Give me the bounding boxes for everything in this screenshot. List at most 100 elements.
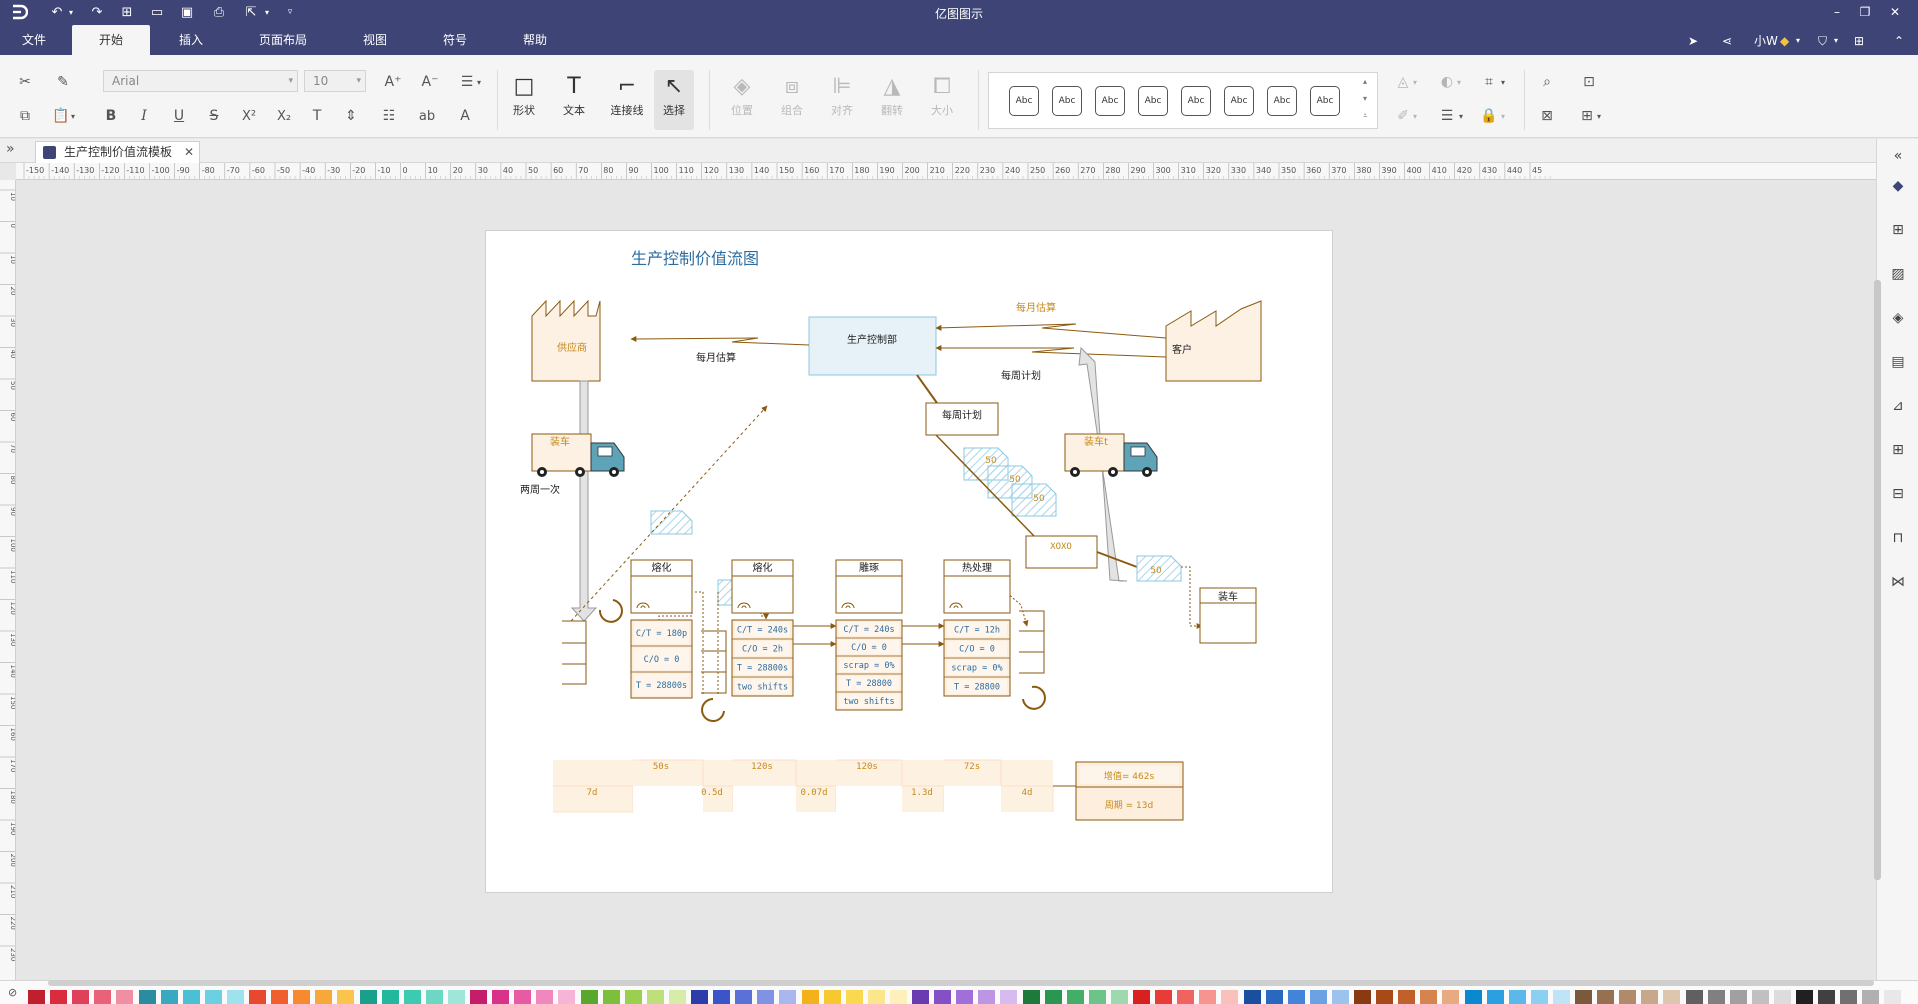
color-swatch[interactable] (447, 990, 465, 1004)
color-swatch[interactable] (1796, 990, 1813, 1004)
gallery-expand-icon[interactable]: ⩡ (1363, 111, 1368, 121)
collapse-ribbon-icon[interactable]: ⌃ (1894, 32, 1904, 50)
color-swatch[interactable] (1066, 990, 1084, 1004)
color-swatch[interactable] (668, 990, 686, 1004)
info-arrow-to-supplier[interactable] (630, 335, 810, 346)
layers-icon[interactable]: ◈ (1887, 307, 1909, 329)
color-swatch[interactable] (72, 990, 90, 1004)
color-swatch[interactable] (138, 990, 156, 1004)
gallery-up-icon[interactable]: ▴ (1363, 77, 1367, 86)
color-swatch[interactable] (646, 990, 664, 1004)
color-swatch[interactable] (1486, 990, 1504, 1004)
line-style-icon[interactable]: ☰ (1436, 105, 1458, 127)
text-button[interactable]: T 文本 (554, 70, 594, 130)
menu-insert[interactable]: 插入 (166, 25, 216, 55)
value-stream-map[interactable]: 生产控制价值流图 供应商 客户 生产控制部 每月估算 每月估算 每周计划 每周计… (486, 231, 1334, 894)
font-color-icon[interactable]: A (454, 105, 476, 127)
copy-icon[interactable]: ⧉ (14, 105, 36, 127)
expand-library-icon[interactable]: » (6, 141, 15, 157)
shadow-dropdown-icon[interactable]: ▾ (1454, 71, 1464, 93)
color-swatch[interactable] (735, 990, 753, 1004)
supplier-shipment-arrow[interactable] (570, 380, 598, 622)
user-dropdown-icon[interactable]: ▾ (1796, 32, 1800, 50)
menu-file[interactable]: 文件 (10, 25, 58, 55)
restore-icon[interactable]: ❐ (1854, 3, 1876, 21)
color-swatch[interactable] (1862, 990, 1880, 1004)
withdrawal-kanban-card[interactable] (650, 510, 693, 535)
fill-dropdown-icon[interactable]: ▾ (1410, 71, 1420, 93)
color-swatch[interactable] (271, 990, 289, 1004)
color-swatch[interactable] (1110, 990, 1128, 1004)
size-button[interactable]: ⧠ 大小 (922, 70, 962, 130)
color-swatch[interactable] (1818, 990, 1836, 1004)
color-swatch[interactable] (28, 990, 45, 1004)
style-preset-4[interactable]: Abc (1138, 86, 1168, 116)
color-swatch[interactable] (713, 990, 731, 1004)
production-control-box[interactable]: 生产控制部 (808, 316, 937, 376)
menu-help[interactable]: 帮助 (510, 25, 560, 55)
color-swatch[interactable] (160, 990, 178, 1004)
bold-icon[interactable]: B (100, 105, 122, 127)
menu-symbols[interactable]: 符号 (430, 25, 480, 55)
process-box-2[interactable]: 熔化 C/T = 240s C/O = 2h T = 28800s two shifts (731, 559, 794, 697)
share-icon[interactable]: ⋖ (1722, 32, 1732, 50)
drawing-canvas[interactable]: 生产控制价值流图 供应商 客户 生产控制部 每月估算 每月估算 每周计划 每周计… (16, 180, 1876, 980)
color-swatch[interactable] (558, 990, 576, 1004)
close-icon[interactable]: ✕ (1884, 3, 1906, 21)
style-preset-6[interactable]: Abc (1224, 86, 1254, 116)
kanban-card-right[interactable]: 50 (1136, 555, 1182, 582)
xoxo-box[interactable]: XOXO (1025, 535, 1098, 569)
kanban-card-3[interactable]: 50 (1011, 483, 1057, 517)
color-swatch[interactable] (425, 990, 443, 1004)
color-swatch[interactable] (1199, 990, 1217, 1004)
color-swatch[interactable] (1773, 990, 1791, 1004)
color-swatch[interactable] (1663, 990, 1681, 1004)
skin-dropdown-icon[interactable]: ▾ (1834, 32, 1838, 50)
group-button[interactable]: ⧈ 组合 (772, 70, 812, 130)
menu-view[interactable]: 视图 (350, 25, 400, 55)
color-swatch[interactable] (403, 990, 421, 1004)
color-swatch[interactable] (1619, 990, 1637, 1004)
color-swatch[interactable] (1155, 990, 1173, 1004)
italic-icon[interactable]: I (133, 105, 155, 127)
color-swatch[interactable] (116, 990, 134, 1004)
strikethrough-icon[interactable]: S (203, 105, 225, 127)
no-fill-icon[interactable]: ⊘ (8, 986, 17, 999)
color-swatch[interactable] (1000, 990, 1018, 1004)
bullet-list-icon[interactable]: ☷ (378, 105, 400, 127)
color-swatch[interactable] (249, 990, 266, 1004)
gallery-down-icon[interactable]: ▾ (1363, 94, 1367, 103)
format-paint-icon[interactable]: ◆ (1887, 175, 1909, 197)
style-preset-5[interactable]: Abc (1181, 86, 1211, 116)
process-box-3[interactable]: 雕琢 C/T = 240s C/O = 0 scrap = 0% T = 28800 tw… (835, 559, 903, 711)
subscript-icon[interactable]: X₂ (273, 105, 295, 127)
process-box-4[interactable]: 热处理 C/T = 12h C/O = 0 scrap = 0% T = 28800 (943, 559, 1011, 697)
color-swatch[interactable] (514, 990, 532, 1004)
color-swatch[interactable] (956, 990, 974, 1004)
color-swatch[interactable] (1022, 990, 1040, 1004)
image-icon[interactable]: ▨ (1887, 263, 1909, 285)
apps-grid-icon[interactable]: ⊞ (1854, 32, 1864, 50)
info-arrow-forecast[interactable] (935, 323, 1167, 339)
color-swatch[interactable] (1133, 990, 1150, 1004)
format-painter-icon[interactable]: ✎ (52, 71, 74, 93)
line-style-dropdown-icon[interactable]: ▾ (1456, 105, 1466, 127)
color-swatch[interactable] (1685, 990, 1703, 1004)
lock-dropdown-icon[interactable]: ▾ (1498, 105, 1508, 127)
cut-icon[interactable]: ✂ (14, 71, 36, 93)
close-tab-icon[interactable]: ✕ (184, 142, 194, 162)
supplier-truck[interactable]: 装车 (531, 433, 625, 477)
text-wrap-icon[interactable]: ab (416, 105, 438, 127)
color-swatch[interactable] (1044, 990, 1062, 1004)
color-swatch[interactable] (867, 990, 885, 1004)
style-preset-3[interactable]: Abc (1095, 86, 1125, 116)
diagram-page[interactable]: 生产控制价值流图 供应商 客户 生产控制部 每月估算 每月估算 每周计划 每周计… (485, 230, 1333, 893)
presentation-icon[interactable]: ⊓ (1887, 527, 1909, 549)
flip-button[interactable]: ◮ 翻转 (872, 70, 912, 130)
shipping-box[interactable]: 装车 (1199, 587, 1257, 644)
color-swatch[interactable] (889, 990, 907, 1004)
customer-truck[interactable]: 装车t (1064, 433, 1158, 477)
font-grow-icon[interactable]: A⁺ (382, 71, 404, 93)
user-name[interactable]: 小W (1754, 32, 1778, 50)
select-button[interactable]: ↖ 选择 (654, 70, 694, 130)
